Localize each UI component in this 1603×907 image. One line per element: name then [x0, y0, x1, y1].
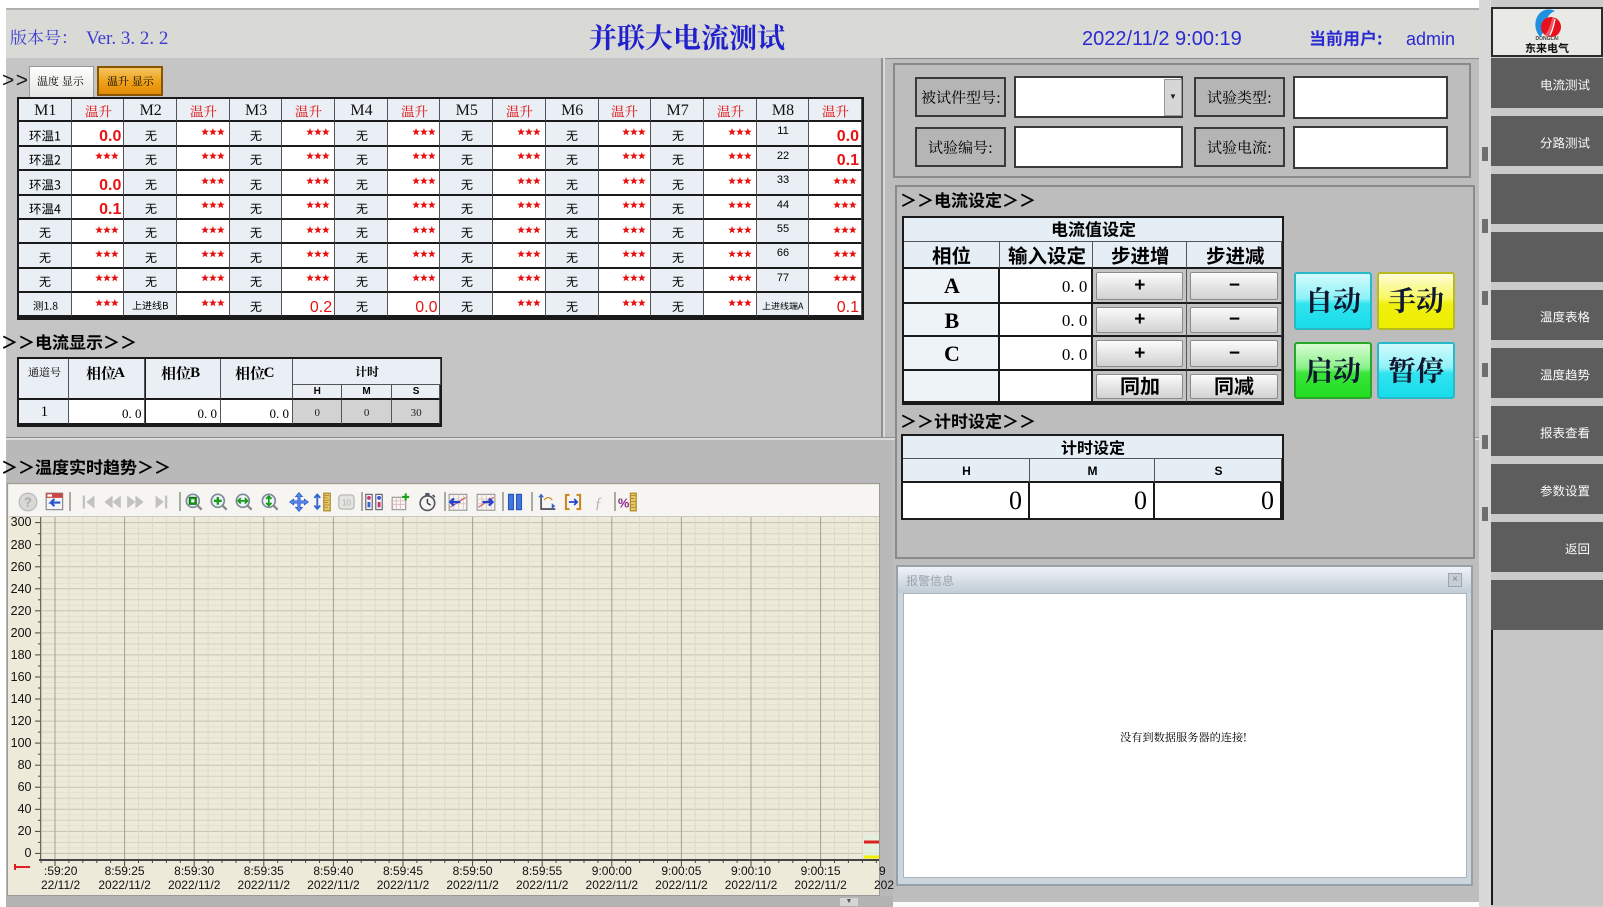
svg-text:10: 10: [342, 499, 352, 508]
svg-text:?: ?: [24, 495, 32, 510]
svg-text:ƒ: ƒ: [595, 495, 603, 512]
svg-text:%: %: [618, 495, 630, 510]
